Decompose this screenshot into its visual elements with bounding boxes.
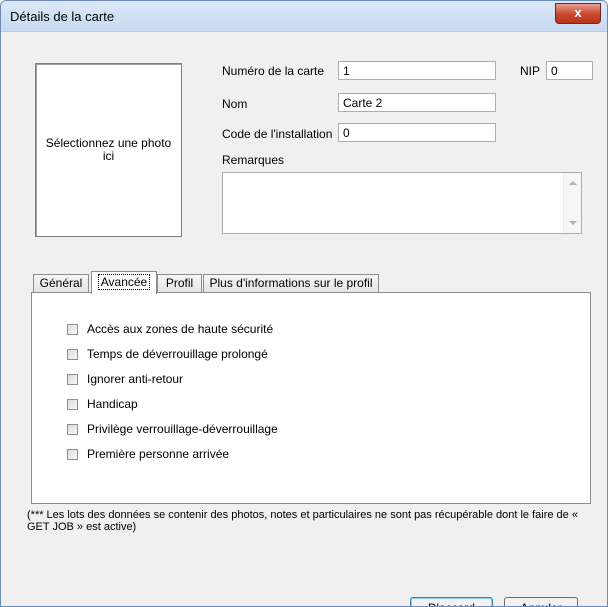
photo-placeholder-label: Sélectionnez une photo ici bbox=[45, 136, 172, 163]
tab-general-label: Général bbox=[39, 276, 83, 290]
option-high-security[interactable]: Accès aux zones de haute sécurité bbox=[67, 321, 273, 337]
pin-label: NIP bbox=[520, 64, 541, 78]
scroll-down-icon[interactable] bbox=[569, 221, 577, 225]
card-details-dialog: Détails de la carte x Sélectionnez une p… bbox=[0, 0, 608, 607]
scroll-up-icon[interactable] bbox=[569, 181, 577, 185]
facility-code-label: Code de l'installation bbox=[222, 127, 333, 141]
remarks-label: Remarques bbox=[222, 153, 285, 167]
tab-profile[interactable]: Profil bbox=[157, 274, 202, 293]
close-button[interactable]: x bbox=[555, 3, 601, 24]
remarks-scrollbar[interactable] bbox=[563, 173, 581, 233]
option-label: Première personne arrivée bbox=[87, 447, 230, 461]
card-number-field[interactable]: 1 bbox=[338, 61, 496, 80]
advanced-tab-panel: Accès aux zones de haute sécurité Temps … bbox=[31, 292, 591, 504]
option-label: Accès aux zones de haute sécurité bbox=[87, 322, 274, 336]
option-first-person-in[interactable]: Première personne arrivée bbox=[67, 446, 229, 462]
tab-advanced[interactable]: Avancée bbox=[91, 271, 157, 294]
option-label: Temps de déverrouillage prolongé bbox=[87, 347, 268, 361]
option-label: Handicap bbox=[87, 397, 138, 411]
footnote: (*** Les lots des données se contenir de… bbox=[27, 509, 578, 533]
remarks-textarea[interactable] bbox=[222, 172, 582, 234]
checkbox[interactable] bbox=[67, 398, 78, 410]
option-extended-unlock[interactable]: Temps de déverrouillage prolongé bbox=[67, 346, 268, 362]
photo-selector[interactable]: Sélectionnez une photo ici bbox=[35, 63, 182, 237]
facility-code-field[interactable]: 0 bbox=[338, 123, 496, 142]
option-lock-unlock-privilege[interactable]: Privilège verrouillage-déverrouillage bbox=[67, 421, 278, 437]
option-label: Ignorer anti-retour bbox=[87, 372, 184, 386]
tab-advanced-label: Avancée bbox=[97, 274, 151, 290]
checkbox[interactable] bbox=[67, 448, 78, 460]
name-label: Nom bbox=[222, 97, 248, 111]
checkbox[interactable] bbox=[67, 323, 78, 335]
window-title: Détails de la carte bbox=[10, 9, 115, 24]
name-field[interactable]: Carte 2 bbox=[338, 93, 496, 112]
close-icon: x bbox=[574, 5, 582, 20]
checkbox[interactable] bbox=[67, 423, 78, 435]
option-ignore-antipassback[interactable]: Ignorer anti-retour bbox=[67, 371, 183, 387]
dialog-body: Sélectionnez une photo ici Numéro de la … bbox=[9, 32, 598, 606]
option-label: Privilège verrouillage-déverrouillage bbox=[87, 422, 278, 436]
pin-field[interactable]: 0 bbox=[546, 61, 593, 80]
cancel-button[interactable]: Annuler bbox=[504, 597, 578, 606]
ok-button[interactable]: D'accord bbox=[410, 597, 493, 606]
tab-profile-info-label: Plus d'informations sur le profil bbox=[209, 276, 373, 290]
title-bar[interactable]: Détails de la carte x bbox=[1, 1, 607, 32]
card-number-label: Numéro de la carte bbox=[222, 64, 325, 78]
checkbox[interactable] bbox=[67, 373, 78, 385]
tab-profile-info[interactable]: Plus d'informations sur le profil bbox=[203, 274, 379, 293]
tab-general[interactable]: Général bbox=[33, 274, 89, 293]
option-handicap[interactable]: Handicap bbox=[67, 396, 138, 412]
checkbox[interactable] bbox=[67, 348, 78, 360]
tab-profile-label: Profil bbox=[165, 276, 194, 290]
